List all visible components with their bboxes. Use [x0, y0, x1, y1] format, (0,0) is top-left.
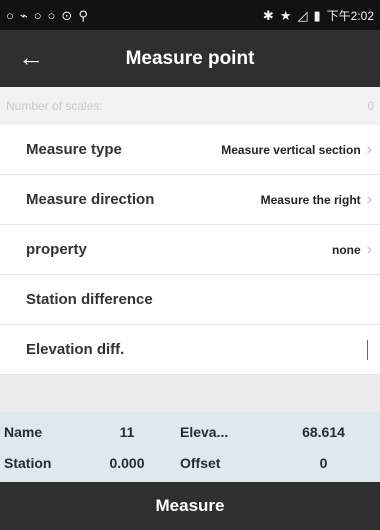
measure-type-value-group: Measure vertical section › [221, 141, 372, 159]
clock-time: 下午2:02 [326, 8, 374, 23]
offset-label: Offset [180, 454, 221, 471]
measure-direction-row[interactable]: Measure direction Measure the right › [0, 175, 380, 225]
elevation-diff-label: Elevation diff. [26, 341, 125, 358]
status-left-icons: ○ ⌁ ○ ○ ⊙ ⚲ [6, 9, 88, 22]
text-cursor [367, 339, 368, 360]
elevation-value: 68.614 [302, 423, 345, 440]
star-icon: ★ [279, 7, 292, 23]
elevation-diff-row: Elevation diff. [0, 325, 380, 375]
scales-value: 0 [367, 99, 374, 113]
bluetooth-icon: ✱ [262, 7, 274, 23]
location-icon: ⚲ [78, 7, 88, 23]
page-title: Measure point [125, 47, 255, 69]
station-label: Station [4, 454, 52, 471]
property-value-group: none › [332, 241, 372, 259]
point-info-panel: Name 11 Eleva... 68.614 Station 0.000 Of… [0, 412, 380, 482]
measure-type-label: Measure type [26, 141, 122, 158]
station-value: 0.000 [109, 454, 145, 471]
cast-icon: ⌁ [19, 7, 28, 23]
elevation-label: Eleva... [180, 423, 229, 440]
chevron-right-icon: › [366, 190, 372, 208]
app-bar: ← Measure point [0, 30, 380, 87]
info-row-name: Name 11 Eleva... 68.614 [0, 416, 380, 447]
station-difference-label: Station difference [26, 291, 153, 308]
property-label: property [26, 241, 87, 258]
info-row-station: Station 0.000 Offset 0 [0, 447, 380, 478]
measure-button[interactable]: Measure [0, 482, 380, 530]
battery-icon: ▮ [313, 7, 321, 23]
measure-direction-value-group: Measure the right › [261, 191, 372, 209]
sync-icon: ○ [33, 7, 42, 23]
spacer [0, 375, 380, 412]
back-arrow-icon[interactable]: ← [18, 44, 44, 70]
elevation-diff-value-group [237, 339, 372, 360]
chevron-right-icon: › [366, 140, 372, 158]
scales-count-row: Number of scales: 0 [0, 87, 380, 125]
measure-direction-value: Measure the right [260, 192, 361, 207]
sync-icon: ○ [47, 7, 56, 23]
status-bar: ○ ⌁ ○ ○ ⊙ ⚲ ✱ ★ ◿ ▮ 下午2:02 [0, 0, 380, 30]
measure-type-value: Measure vertical section [221, 142, 361, 157]
chevron-right-icon: › [366, 240, 372, 258]
property-value: none [332, 242, 361, 257]
target-icon: ⊙ [61, 7, 73, 23]
elevation-diff-input[interactable] [237, 340, 361, 359]
property-row[interactable]: property none › [0, 225, 380, 275]
station-difference-input[interactable] [208, 290, 372, 309]
name-value: 11 [119, 423, 135, 440]
offset-value: 0 [319, 454, 328, 471]
scales-label: Number of scales: [6, 99, 103, 113]
signal-icon: ◿ [297, 7, 308, 23]
status-right-icons: ✱ ★ ◿ ▮ 下午2:02 [263, 7, 374, 24]
name-label: Name [4, 423, 43, 440]
sync-icon: ○ [6, 7, 14, 23]
measure-direction-label: Measure direction [26, 191, 155, 208]
station-difference-row: Station difference [0, 275, 380, 325]
measure-type-row[interactable]: Measure type Measure vertical section › [0, 125, 380, 175]
